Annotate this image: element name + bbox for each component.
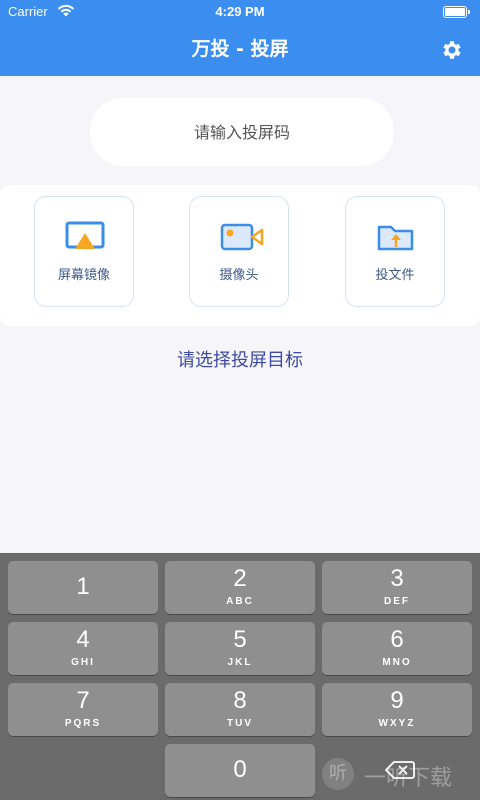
key-letters: WXYZ [378, 718, 416, 729]
screen-mirror-button[interactable]: 屏幕镜像 [34, 196, 134, 307]
key-letters: ABC [226, 596, 254, 607]
status-bar: Carrier 4:29 PM [0, 0, 480, 24]
key-digit: 3 [390, 565, 404, 592]
screen-mirror-label: 屏幕镜像 [57, 268, 110, 283]
top-bar: Carrier 4:29 PM 万投 - 投屏 [0, 0, 480, 76]
key-7[interactable]: 7 PQRS [8, 683, 158, 736]
key-letters: PQRS [64, 718, 102, 729]
key-9[interactable]: 9 WXYZ [322, 683, 472, 736]
key-letters: JKL [227, 657, 253, 668]
folder-upload-icon [377, 225, 414, 251]
camera-label: 摄像头 [219, 268, 259, 283]
key-5[interactable]: 5 JKL [165, 622, 315, 675]
select-target-prompt: 请选择投屏目标 [177, 350, 303, 371]
key-6[interactable]: 6 MNO [322, 622, 472, 675]
key-digit: 2 [233, 565, 247, 592]
key-letters: MNO [382, 657, 412, 668]
battery-icon [443, 6, 470, 18]
key-digit: 6 [390, 626, 404, 653]
watermark-logo-icon: 听 [322, 758, 354, 790]
key-letters: GHI [71, 657, 95, 668]
key-digit: 7 [76, 687, 90, 714]
camera-button[interactable]: 摄像头 [189, 196, 289, 307]
screen-mirror-icon [65, 221, 105, 249]
cast-file-label: 投文件 [375, 268, 415, 283]
backspace-icon[interactable] [385, 760, 415, 780]
key-3[interactable]: 3 DEF [322, 561, 472, 614]
key-4[interactable]: 4 GHI [8, 622, 158, 675]
key-digit: 1 [76, 573, 90, 600]
key-2[interactable]: 2 ABC [165, 561, 315, 614]
key-digit: 5 [233, 626, 247, 653]
page-title: 万投 - 投屏 [191, 38, 289, 60]
key-8[interactable]: 8 TUV [165, 683, 315, 736]
key-digit: 9 [390, 687, 404, 714]
cast-file-button[interactable]: 投文件 [345, 196, 445, 307]
key-digit: 4 [76, 626, 90, 653]
key-0[interactable]: 0 [165, 744, 315, 797]
cast-code-input[interactable] [90, 98, 394, 166]
key-letters: TUV [227, 718, 253, 729]
key-digit: 8 [233, 687, 247, 714]
key-digit: 0 [233, 756, 247, 783]
gear-icon[interactable] [440, 38, 464, 62]
key-letters: DEF [384, 596, 410, 607]
key-1[interactable]: 1 [8, 561, 158, 614]
camera-icon [220, 223, 264, 251]
status-time: 4:29 PM [215, 4, 265, 19]
